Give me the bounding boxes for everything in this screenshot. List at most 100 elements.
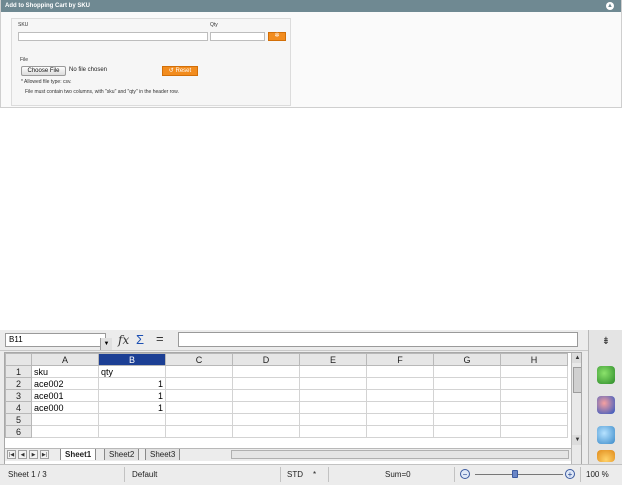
tab-sheet1[interactable]: Sheet1 [60,449,97,460]
row-header[interactable]: 3 [5,389,32,402]
collapse-icon[interactable]: ▲ [606,2,614,10]
cell[interactable] [165,425,233,438]
cell[interactable] [433,389,501,402]
cell[interactable] [366,389,434,402]
cell[interactable] [366,401,434,414]
cell[interactable] [98,413,166,426]
row-header[interactable]: 6 [5,425,32,438]
cell[interactable] [433,365,501,378]
formula-input[interactable] [178,332,578,347]
cell[interactable] [500,377,568,390]
cell[interactable] [500,425,568,438]
cell[interactable] [299,401,367,414]
sheet-grid[interactable]: A B C D E F G H 1 sku qty 2 ace002 1 3 a… [4,352,582,470]
scroll-down-icon[interactable]: ▼ [572,435,581,445]
sku-input[interactable] [18,32,208,41]
cell[interactable] [366,425,434,438]
cell[interactable] [299,425,367,438]
cell[interactable] [165,377,233,390]
last-sheet-icon[interactable]: ▶| [40,450,49,459]
equals-icon[interactable]: = [156,331,164,346]
function-wizard-icon[interactable]: fx [118,333,129,347]
toolbar-options-icon[interactable]: ⇟ [597,336,615,354]
cell[interactable] [299,413,367,426]
cell[interactable] [232,401,300,414]
zoom-in-icon[interactable]: + [565,469,575,479]
reset-button[interactable]: ↺ Reset [162,66,198,76]
next-sheet-icon[interactable]: ▶ [29,450,38,459]
zoom-slider[interactable] [475,474,563,475]
name-box[interactable]: B11 ▼ [5,333,112,350]
panel-header[interactable]: Add to Shopping Cart by SKU ▲ [1,0,621,12]
cell[interactable] [165,389,233,402]
cell[interactable] [433,425,501,438]
tab-sheet2[interactable]: Sheet2 [104,449,140,460]
cell[interactable] [165,365,233,378]
cell[interactable] [500,389,568,402]
cell[interactable] [366,377,434,390]
column-header[interactable]: E [299,353,367,366]
horizontal-scrollbar[interactable] [231,450,569,459]
cell[interactable] [98,425,166,438]
cell[interactable]: ace000 [31,401,99,414]
cell[interactable] [232,389,300,402]
cell[interactable] [299,365,367,378]
row-header[interactable]: 2 [5,377,32,390]
cell[interactable] [232,425,300,438]
select-all-corner[interactable] [5,353,32,366]
styles-icon[interactable] [597,426,615,444]
cell[interactable]: 1 [98,389,166,402]
cell[interactable] [500,365,568,378]
scroll-thumb[interactable] [573,367,581,393]
selection-mode[interactable]: STD [287,470,303,479]
prev-sheet-icon[interactable]: ◀ [18,450,27,459]
vertical-scrollbar[interactable]: ▲ ▼ [571,353,581,469]
cell[interactable] [165,413,233,426]
column-header[interactable]: D [232,353,300,366]
page-style[interactable]: Default [132,470,157,479]
cell[interactable]: 1 [98,377,166,390]
column-header[interactable]: F [366,353,434,366]
gallery-icon[interactable] [597,366,615,384]
scroll-up-icon[interactable]: ▲ [572,353,581,363]
qty-input[interactable] [210,32,265,41]
cell[interactable] [433,377,501,390]
cell[interactable]: ace002 [31,377,99,390]
cell[interactable] [433,401,501,414]
column-header[interactable]: A [31,353,99,366]
tab-sheet3[interactable]: Sheet3 [145,449,181,460]
cell[interactable]: qty [98,365,166,378]
cell[interactable] [232,377,300,390]
cell[interactable] [433,413,501,426]
cell[interactable] [299,377,367,390]
cell[interactable] [232,413,300,426]
row-header[interactable]: 1 [5,365,32,378]
row-header[interactable]: 5 [5,413,32,426]
add-row-button[interactable]: ✲ [268,32,286,41]
navigator-icon[interactable] [597,396,615,414]
column-header[interactable]: G [433,353,501,366]
choose-file-button[interactable]: Choose File [21,66,66,76]
sum-icon[interactable]: Σ [136,332,144,347]
cell[interactable]: ace001 [31,389,99,402]
cell[interactable] [31,425,99,438]
cell[interactable] [232,365,300,378]
cell[interactable] [299,389,367,402]
zoom-slider-thumb[interactable] [512,470,518,478]
cell[interactable] [500,401,568,414]
cell[interactable] [366,413,434,426]
cell[interactable] [31,413,99,426]
functions-icon[interactable] [597,450,615,462]
row-header[interactable]: 4 [5,401,32,414]
cell[interactable] [500,413,568,426]
column-header-selected[interactable]: B [98,353,166,366]
column-header[interactable]: H [500,353,568,366]
zoom-level[interactable]: 100 % [586,470,609,479]
column-header[interactable]: C [165,353,233,366]
cell[interactable]: 1 [98,401,166,414]
cell[interactable] [165,401,233,414]
cell[interactable]: sku [31,365,99,378]
first-sheet-icon[interactable]: |◀ [7,450,16,459]
chevron-down-icon[interactable]: ▼ [100,338,112,350]
cell[interactable] [366,365,434,378]
